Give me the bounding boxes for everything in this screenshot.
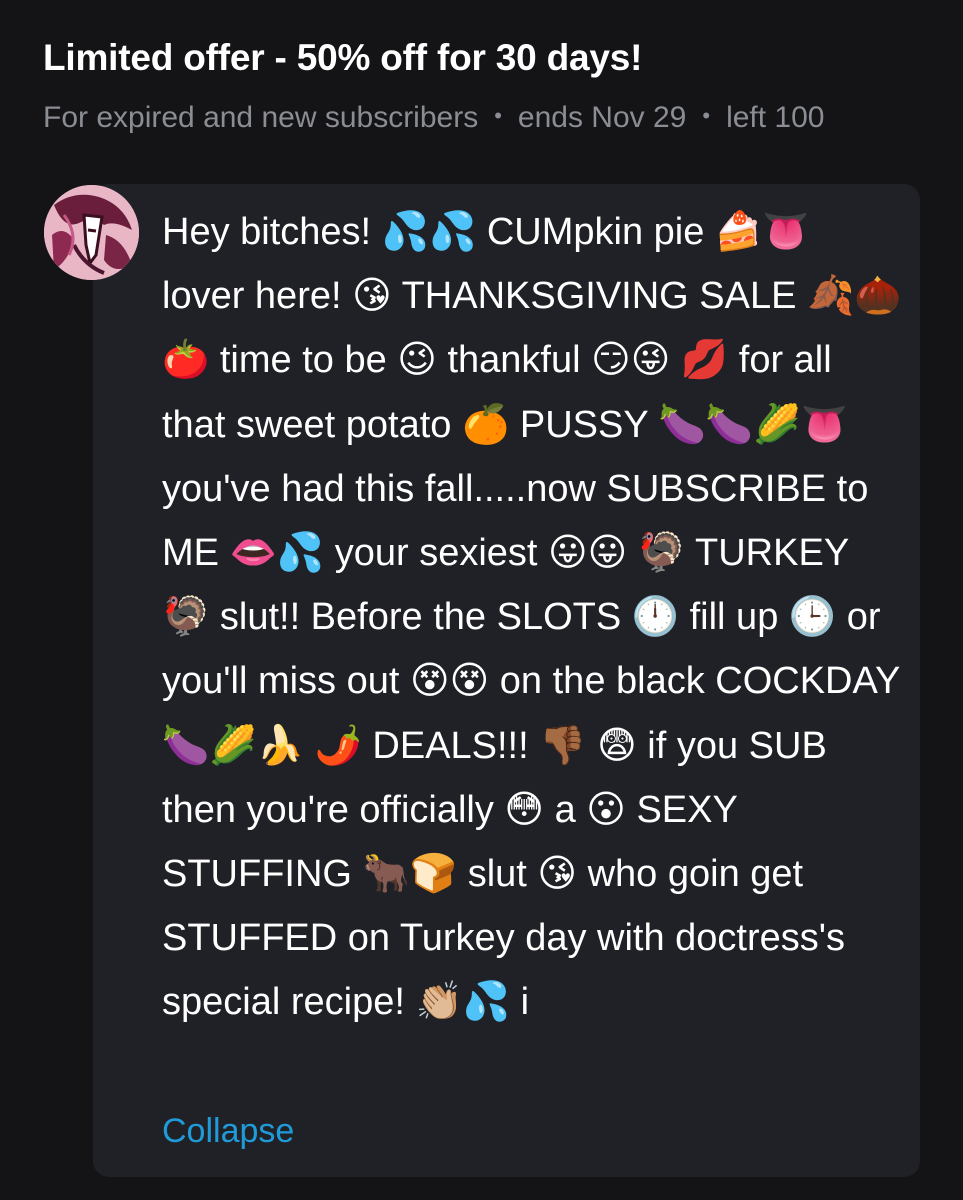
message-line: Hey bitches! 💦💦 CUMpkin pie 🍰👅	[162, 211, 810, 253]
message-line: STUFFED on Turkey day with	[162, 917, 665, 960]
separator-dot-icon: •	[702, 103, 711, 128]
separator-dot-icon: •	[494, 103, 502, 128]
offer-meta: For expired and new subscribers • ends Nov…	[43, 90, 943, 144]
collapse-link[interactable]: Collapse	[162, 1103, 294, 1159]
offer-end-date: ends Nov 29	[517, 101, 687, 134]
offer-audience: For expired and new subscribers	[43, 101, 479, 134]
offer-remaining: left 100	[726, 101, 825, 134]
offer-title: Limited offer - 50% off for 30 days!	[43, 37, 643, 78]
message-line: lover here! 😘 THANKSGIVING SALE	[162, 275, 797, 318]
offer-header: Limited offer - 50% off for 30 days! For…	[43, 30, 943, 144]
message-line: you're officially 😳 a 😮 SEXY	[235, 788, 738, 831]
message-line: STUFFING 🐂🍞 slut 😘 who goin get	[162, 853, 804, 896]
message-text: Hey bitches! 💦💦 CUMpkin pie 🍰👅 lover her…	[162, 200, 902, 1035]
creator-avatar-icon	[44, 185, 139, 280]
avatar[interactable]	[44, 185, 139, 280]
